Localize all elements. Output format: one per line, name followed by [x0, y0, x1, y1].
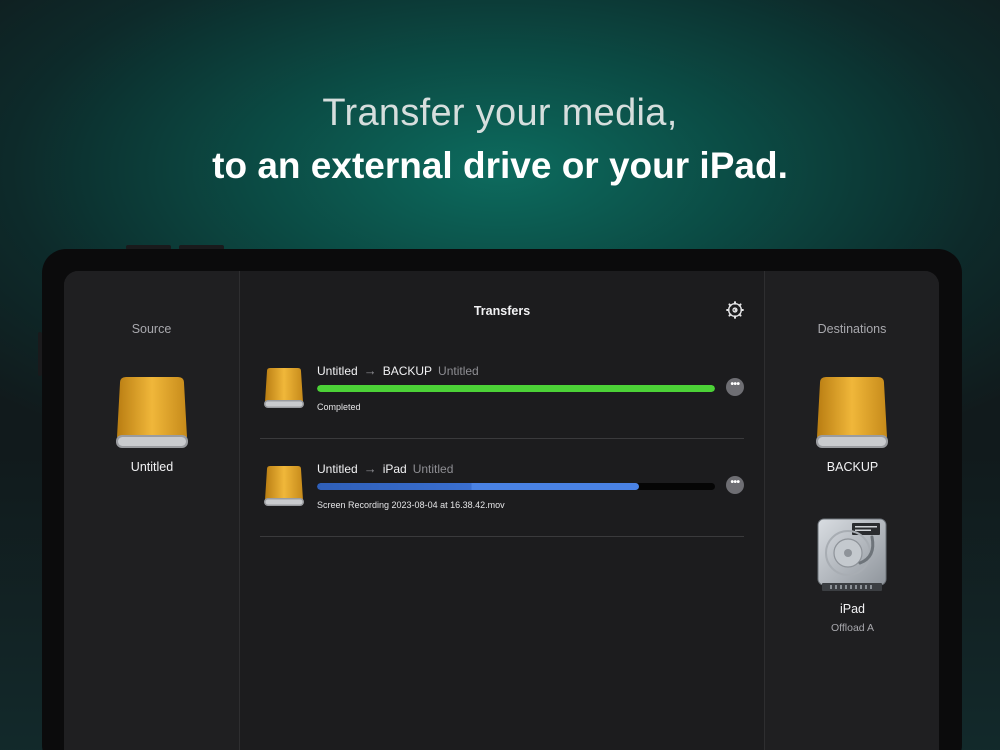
transfer-destination-name: BACKUP [382, 364, 433, 378]
transfer-source-name: Untitled [317, 364, 358, 378]
transfer-route: Untitled → BACKUP Untitled [317, 363, 479, 378]
destination-drive[interactable]: iPad Offload A [765, 514, 939, 639]
progress-fill [317, 483, 640, 490]
progress-fill [317, 385, 715, 392]
headline-line-2: to an external drive or your iPad. [212, 145, 788, 186]
destination-drive-name: BACKUP [826, 460, 879, 474]
transfer-row[interactable]: Untitled → iPad Untitled Screen Recording 2… [260, 439, 744, 537]
transfer-route: Untitled → iPad Untitled [317, 461, 453, 476]
headline-line-1: Transfer your media, [322, 92, 678, 134]
arrow-right-icon: → [363, 461, 377, 476]
transfer-source-name: Untitled [317, 462, 358, 476]
destinations-pane: Destinations BACKUP iPad Offload A [764, 271, 939, 750]
progress-bar [317, 483, 715, 490]
source-drive-name: Untitled [130, 460, 174, 474]
external-drive-icon [116, 377, 188, 448]
transfer-status: Completed [317, 402, 361, 412]
more-options-icon[interactable]: ••• [726, 378, 744, 396]
destination-drive-subtitle: Offload A [830, 622, 874, 634]
progress-bar [317, 385, 715, 392]
transfer-destination-name: iPad [382, 462, 407, 476]
transfers-title: Transfers [473, 304, 531, 318]
app-screen: Source Untitled Transfers Untitled → BAC… [64, 271, 939, 750]
destination-drive-name: iPad [839, 602, 866, 616]
external-drive-icon [264, 466, 304, 506]
destination-drive[interactable]: BACKUP [765, 371, 939, 481]
transfer-volume-name: Untitled [412, 462, 454, 476]
internal-hard-drive-icon [817, 518, 887, 591]
transfer-volume-name: Untitled [438, 364, 479, 378]
destinations-title: Destinations [817, 322, 887, 336]
external-drive-icon [816, 377, 888, 448]
more-options-icon[interactable]: ••• [726, 476, 744, 494]
gear-icon[interactable] [726, 301, 744, 319]
transfer-row[interactable]: Untitled → BACKUP Untitled Completed ••• [260, 341, 744, 439]
arrow-right-icon: → [363, 363, 377, 378]
external-drive-icon [264, 368, 304, 408]
source-drive[interactable]: Untitled [64, 371, 240, 481]
transfers-pane: Transfers Untitled → BACKUP Untitled Com… [240, 271, 764, 750]
source-title: Source [131, 322, 172, 336]
transfer-status: Screen Recording 2023-08-04 at 16.38.42.… [317, 500, 505, 510]
source-pane: Source Untitled [64, 271, 240, 750]
